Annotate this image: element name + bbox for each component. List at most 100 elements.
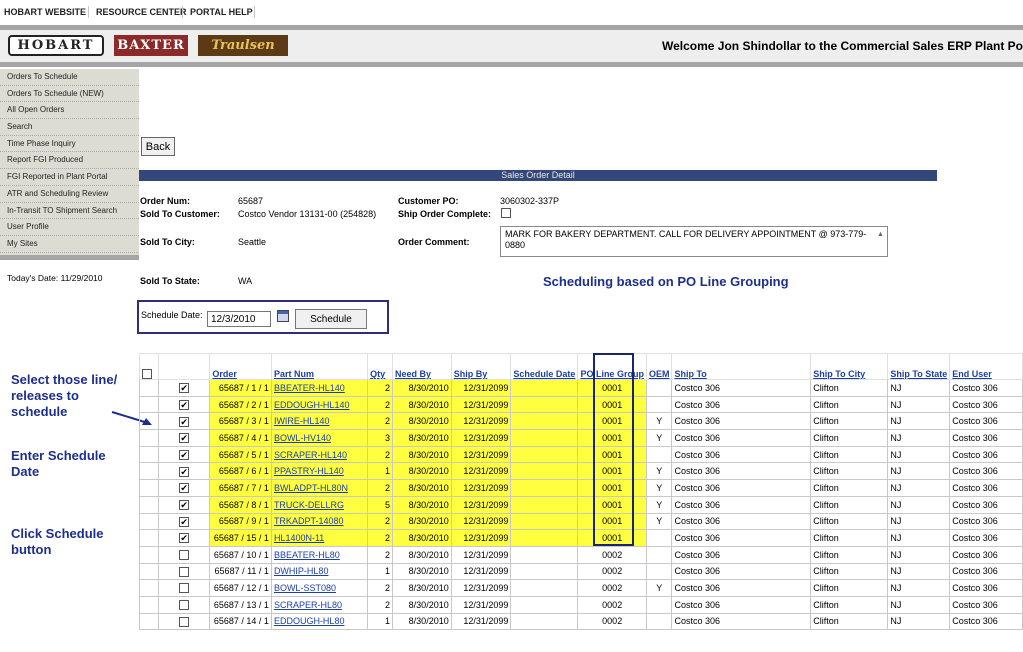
cell-order: 65687 / 9 / 1 <box>209 512 272 531</box>
row-select-checkbox[interactable] <box>179 600 190 611</box>
cell-ship-to-city: Clifton <box>810 512 889 531</box>
row-select-checkbox[interactable]: ✔ <box>179 483 190 494</box>
col-ship-to-city[interactable]: Ship To City <box>810 353 889 380</box>
part-num-link[interactable]: EDDOUGH-HL140 <box>274 400 350 410</box>
cell-order: 65687 / 13 / 1 <box>209 595 272 614</box>
cell-order: 65687 / 2 / 1 <box>209 395 272 414</box>
part-num-link[interactable]: BBEATER-HL80 <box>274 550 340 560</box>
row-select-checkbox[interactable]: ✔ <box>179 433 190 444</box>
cell-order: 65687 / 15 / 1 <box>209 529 272 547</box>
row-select-checkbox[interactable]: ✔ <box>179 449 190 460</box>
row-spacer-cell <box>138 445 160 464</box>
schedule-date-input[interactable] <box>207 311 271 327</box>
order-comment-textarea[interactable]: MARK FOR BAKERY DEPARTMENT. CALL FOR DEL… <box>500 226 888 257</box>
table-row: ✔ 65687 / 6 / 1 PPASTRY-HL140 1 8/30/2010 12/… <box>138 462 1023 481</box>
row-select-checkbox[interactable]: ✔ <box>179 416 190 427</box>
table-row: ✔ 65687 / 1 / 1 BBEATER-HL140 2 8/30/2010 12/… <box>138 379 1023 397</box>
cell-ship-to-city: Clifton <box>810 579 889 597</box>
scroll-up-icon[interactable]: ▲ <box>876 230 885 239</box>
row-select-checkbox[interactable] <box>179 566 190 577</box>
cell-po-line-group: 0002 <box>577 562 647 581</box>
col-ship-to[interactable]: Ship To <box>671 353 812 380</box>
cell-part-num: DWHIP-HL80 <box>270 562 369 581</box>
cell-order: 65687 / 5 / 1 <box>209 445 272 464</box>
sidebar-item-time-phase-inquiry[interactable]: Time Phase Inquiry <box>0 136 139 153</box>
traulsen-logo[interactable]: Traulsen <box>198 35 288 56</box>
part-num-link[interactable]: TRUCK-DELLRG <box>274 500 344 510</box>
cell-ship-to-city: Clifton <box>810 412 889 431</box>
cell-schedule-date <box>510 429 579 447</box>
cell-po-line-group: 0001 <box>577 462 647 481</box>
part-num-link[interactable]: BWLADPT-HL80N <box>274 483 348 493</box>
schedule-button[interactable]: Schedule <box>295 309 367 329</box>
cell-order: 65687 / 12 / 1 <box>209 579 272 597</box>
sidebar-item-report-fgi-produced[interactable]: Report FGI Produced <box>0 152 139 170</box>
col-ship-to-state[interactable]: Ship To State <box>887 353 951 380</box>
cell-oem: Y <box>645 512 673 531</box>
hobart-logo[interactable]: HOBART <box>8 35 104 56</box>
col-ship-by[interactable]: Ship By <box>450 353 512 380</box>
col-schedule-date[interactable]: Schedule Date <box>510 353 579 380</box>
row-select-checkbox[interactable]: ✔ <box>179 499 190 510</box>
part-num-link[interactable]: HL1400N-11 <box>274 533 324 543</box>
sidebar-item-in-transit-search[interactable]: In-Transit TO Shipment Search <box>0 203 139 220</box>
back-button[interactable]: Back <box>141 137 175 156</box>
cell-end-user: Costco 306 <box>949 579 1023 597</box>
part-num-link[interactable]: BBEATER-HL140 <box>274 383 345 393</box>
part-num-link[interactable]: EDDOUGH-HL80 <box>274 616 345 626</box>
part-num-link[interactable]: SCRAPER-HL140 <box>274 450 347 460</box>
sidebar-item-my-sites[interactable]: My Sites <box>0 236 139 253</box>
calendar-icon[interactable] <box>277 310 289 322</box>
col-end-user[interactable]: End User <box>949 353 1023 380</box>
part-num-link[interactable]: BOWL-HV140 <box>274 433 331 443</box>
cell-ship-by: 12/31/2099 <box>450 545 512 564</box>
part-num-link[interactable]: DWHIP-HL80 <box>274 566 329 576</box>
row-select-checkbox[interactable]: ✔ <box>179 383 190 394</box>
row-select-checkbox[interactable]: ✔ <box>179 516 190 527</box>
row-select-checkbox[interactable]: ✔ <box>179 533 190 544</box>
cell-ship-to: Costco 306 <box>671 429 812 447</box>
part-num-link[interactable]: IWIRE-HL140 <box>274 416 330 426</box>
row-spacer-cell <box>138 612 160 631</box>
part-num-link[interactable]: TRKADPT-14080 <box>274 516 344 526</box>
sidebar-item-fgi-reported[interactable]: FGI Reported in Plant Portal <box>0 169 139 186</box>
row-select-checkbox[interactable]: ✔ <box>179 466 190 477</box>
row-select-checkbox[interactable]: ✔ <box>179 399 190 410</box>
sidebar-item-atr-review[interactable]: ATR and Scheduling Review <box>0 186 139 203</box>
col-order[interactable]: Order <box>209 353 272 380</box>
ship-complete-checkbox[interactable] <box>501 208 511 218</box>
col-need-by[interactable]: Need By <box>392 353 452 380</box>
nav-resource-center[interactable]: RESOURCE CENTER <box>96 7 187 17</box>
cell-qty: 3 <box>367 429 393 447</box>
cell-po-line-group: 0001 <box>577 379 647 397</box>
sidebar-item-orders-to-schedule-new[interactable]: Orders To Schedule (NEW) <box>0 86 139 103</box>
baxter-logo[interactable]: BAXTER <box>114 35 188 56</box>
cell-order: 65687 / 14 / 1 <box>209 612 272 631</box>
cell-ship-to: Costco 306 <box>671 462 812 481</box>
nav-hobart-website[interactable]: HOBART WEBSITE <box>4 7 86 17</box>
row-select-checkbox[interactable] <box>179 550 190 561</box>
row-select-checkbox[interactable] <box>179 583 190 594</box>
col-po-line-group[interactable]: PO Line Group <box>577 353 647 380</box>
nav-separator <box>88 6 89 18</box>
sidebar-item-orders-to-schedule[interactable]: Orders To Schedule <box>0 69 139 86</box>
sidebar-item-search[interactable]: Search <box>0 119 139 136</box>
cell-ship-by: 12/31/2099 <box>450 479 512 497</box>
part-num-link[interactable]: BOWL-SST080 <box>274 583 336 593</box>
cell-qty: 2 <box>367 545 393 564</box>
nav-portal-help[interactable]: PORTAL HELP <box>190 7 253 17</box>
col-oem[interactable]: OEM <box>645 353 673 380</box>
part-num-link[interactable]: PPASTRY-HL140 <box>274 466 344 476</box>
cell-part-num: BBEATER-HL140 <box>270 379 369 397</box>
row-select-checkbox[interactable] <box>179 616 190 627</box>
cell-part-num: TRKADPT-14080 <box>270 512 369 531</box>
sidebar-item-user-profile[interactable]: User Profile <box>0 219 139 236</box>
col-qty[interactable]: Qty <box>367 353 393 380</box>
sidebar-item-all-open-orders[interactable]: All Open Orders <box>0 102 139 120</box>
cell-oem: Y <box>645 495 673 514</box>
cell-ship-to-state: NJ <box>887 562 951 581</box>
select-all-checkbox[interactable] <box>142 369 152 379</box>
cell-oem: Y <box>645 412 673 431</box>
part-num-link[interactable]: SCRAPER-HL80 <box>274 600 342 610</box>
col-part-num[interactable]: Part Num <box>270 353 369 380</box>
